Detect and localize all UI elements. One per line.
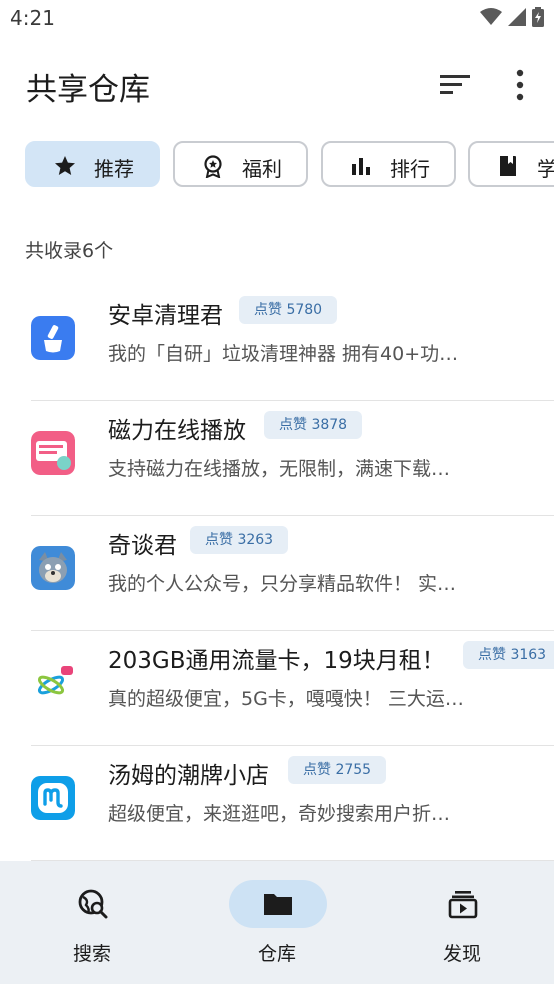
app-logo-magnet bbox=[31, 431, 75, 475]
status-icons bbox=[480, 7, 544, 27]
chip-label: 排行 bbox=[390, 157, 430, 181]
chip-study[interactable]: 学 bbox=[468, 141, 554, 187]
nav-search[interactable]: 搜索 bbox=[0, 861, 184, 984]
chip-label: 推荐 bbox=[94, 157, 134, 181]
star-icon bbox=[55, 156, 75, 175]
like-badge: 点赞 3263 bbox=[190, 526, 289, 554]
folder-icon bbox=[264, 894, 292, 915]
nav-label: 搜索 bbox=[72, 943, 111, 965]
like-badge: 点赞 3878 bbox=[264, 411, 363, 439]
app-logo-china-mobile bbox=[31, 661, 75, 705]
list-item[interactable]: 203GB通用流量卡，19块月租！ 点赞 3163 真的超级便宜，5G卡，嘎嘎快… bbox=[0, 631, 554, 746]
nav-label: 发现 bbox=[442, 943, 481, 965]
wifi-icon bbox=[480, 8, 502, 25]
like-badge: 点赞 3163 bbox=[463, 641, 554, 669]
nav-repository[interactable]: 仓库 bbox=[185, 861, 369, 984]
award-icon bbox=[204, 155, 222, 178]
list-item[interactable]: 汤姆的潮牌小店 点赞 2755 超级便宜，来逛逛吧，奇妙搜索用户折… bbox=[0, 746, 554, 861]
nav-discover[interactable]: 发现 bbox=[370, 861, 554, 984]
item-description: 支持磁力在线播放，无限制，满速下载… bbox=[108, 458, 451, 480]
bottom-navigation: 搜索 仓库 发现 bbox=[0, 861, 554, 984]
bar-chart-icon bbox=[352, 158, 370, 175]
search-globe-icon bbox=[78, 889, 108, 919]
item-name: 安卓清理君 bbox=[108, 303, 223, 329]
list-item[interactable]: 奇谈君 点赞 3263 我的个人公众号，只分享精品软件！ 实… bbox=[0, 516, 554, 631]
category-chips: 推荐 福利 排行 学 bbox=[25, 141, 554, 191]
list-item[interactable]: 磁力在线播放 点赞 3878 支持磁力在线播放，无限制，满速下载… bbox=[0, 401, 554, 516]
chip-ranking[interactable]: 排行 bbox=[321, 141, 456, 187]
sort-icon[interactable] bbox=[438, 70, 472, 100]
status-time: 4:21 bbox=[10, 6, 55, 30]
list-item[interactable]: 安卓清理君 点赞 5780 我的「自研」垃圾清理神器 拥有40+功… bbox=[0, 286, 554, 401]
app-logo-tom-shop bbox=[31, 776, 75, 820]
like-badge: 点赞 5780 bbox=[239, 296, 338, 324]
play-box-icon bbox=[448, 891, 478, 919]
page-title: 共享仓库 bbox=[26, 72, 150, 108]
app-bar: 共享仓库 bbox=[0, 52, 554, 116]
nav-label: 仓库 bbox=[257, 943, 296, 965]
item-name: 磁力在线播放 bbox=[108, 418, 246, 444]
app-logo-cleaner bbox=[31, 316, 75, 360]
item-name: 汤姆的潮牌小店 bbox=[108, 763, 269, 789]
item-description: 真的超级便宜，5G卡，嘎嘎快！ 三大运… bbox=[108, 688, 464, 710]
book-icon bbox=[500, 156, 516, 176]
battery-icon bbox=[532, 7, 544, 27]
item-description: 超级便宜，来逛逛吧，奇妙搜索用户折… bbox=[108, 803, 451, 825]
more-options-icon[interactable] bbox=[508, 68, 532, 102]
app-logo-tom-cat bbox=[31, 546, 75, 590]
chip-label: 福利 bbox=[242, 157, 282, 181]
chip-recommend[interactable]: 推荐 bbox=[25, 141, 160, 187]
item-description: 我的「自研」垃圾清理神器 拥有40+功… bbox=[108, 343, 459, 365]
signal-icon bbox=[508, 8, 526, 26]
item-name: 203GB通用流量卡，19块月租！ bbox=[108, 648, 445, 674]
collection-count: 共收录6个 bbox=[25, 240, 114, 262]
item-name: 奇谈君 bbox=[108, 533, 177, 559]
item-description: 我的个人公众号，只分享精品软件！ 实… bbox=[108, 573, 457, 595]
like-badge: 点赞 2755 bbox=[288, 756, 387, 784]
chip-welfare[interactable]: 福利 bbox=[173, 141, 308, 187]
chip-label: 学 bbox=[537, 157, 554, 181]
status-bar: 4:21 bbox=[0, 0, 554, 36]
